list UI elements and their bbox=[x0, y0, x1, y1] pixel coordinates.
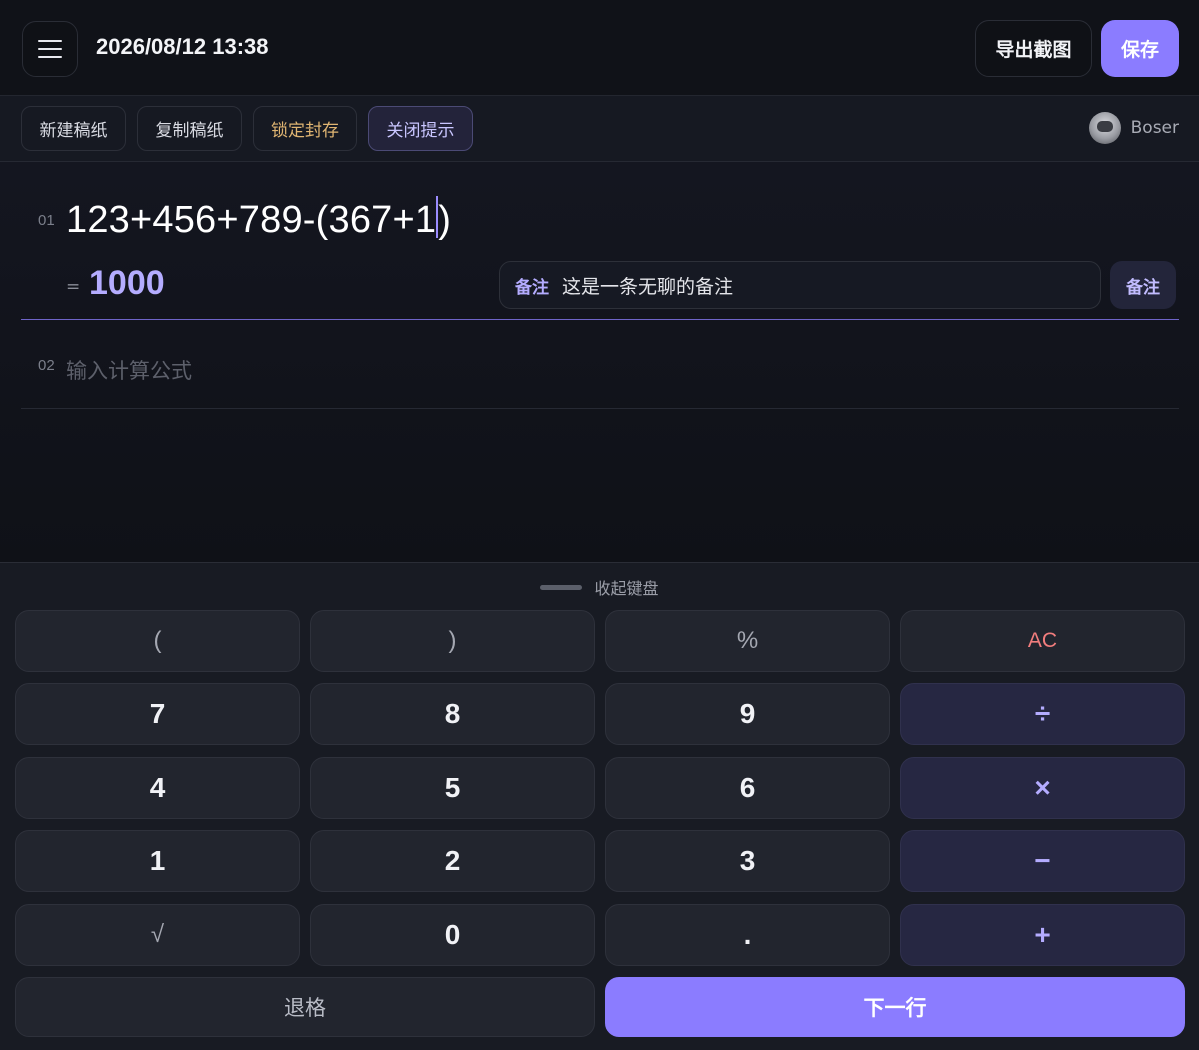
key-7[interactable]: 7 bbox=[15, 683, 300, 745]
collapse-keyboard-label: 收起键盘 bbox=[594, 579, 659, 598]
backspace-button[interactable]: 退格 bbox=[15, 977, 595, 1037]
datetime: 2026/08/12 13:38 bbox=[96, 34, 269, 59]
key-6[interactable]: 6 bbox=[605, 757, 890, 819]
active-line-divider bbox=[21, 319, 1179, 320]
copy-sheet-button[interactable]: 复制稿纸 bbox=[137, 106, 242, 151]
key-3[interactable]: 3 bbox=[605, 830, 890, 892]
line-number: 02 bbox=[38, 357, 55, 374]
key-minus[interactable]: − bbox=[900, 830, 1185, 892]
note-text: 这是一条无聊的备注 bbox=[562, 275, 734, 298]
user-profile[interactable]: Boser bbox=[1088, 112, 1179, 144]
key-right-paren[interactable]: ) bbox=[310, 610, 595, 672]
user-name: Boser bbox=[1130, 118, 1179, 138]
key-all-clear[interactable]: AC bbox=[900, 610, 1185, 672]
key-multiply[interactable]: × bbox=[900, 757, 1185, 819]
key-decimal[interactable]: . bbox=[605, 904, 890, 966]
key-2[interactable]: 2 bbox=[310, 830, 595, 892]
expression-text: 123+456+789-(367+1 bbox=[66, 199, 437, 241]
keypad: 收起键盘 ( ) % AC 7 8 9 ÷ 4 5 6 × 1 2 3 − √ … bbox=[0, 562, 1199, 1050]
note-tag: 备注 bbox=[515, 277, 549, 298]
line-divider bbox=[21, 408, 1179, 409]
equals-sign: = bbox=[66, 277, 81, 297]
lock-archive-button[interactable]: 锁定封存 bbox=[253, 106, 357, 151]
menu-button[interactable] bbox=[22, 21, 78, 77]
collapse-keyboard-button[interactable]: 收起键盘 bbox=[0, 575, 1199, 599]
next-line-button[interactable]: 下一行 bbox=[605, 977, 1185, 1037]
expression-line-1[interactable]: 123+456+789-(367+1) bbox=[66, 196, 451, 242]
note-button[interactable]: 备注 bbox=[1110, 261, 1176, 309]
key-4[interactable]: 4 bbox=[15, 757, 300, 819]
key-0[interactable]: 0 bbox=[310, 904, 595, 966]
export-screenshot-button[interactable]: 导出截图 bbox=[975, 20, 1092, 77]
key-9[interactable]: 9 bbox=[605, 683, 890, 745]
key-divide[interactable]: ÷ bbox=[900, 683, 1185, 745]
formula-input[interactable] bbox=[66, 357, 666, 387]
line-number: 01 bbox=[38, 212, 55, 229]
grip-handle-icon bbox=[540, 584, 583, 590]
expression-tail: ) bbox=[438, 199, 452, 241]
header: 2026/08/12 13:38 导出截图 保存 bbox=[0, 0, 1199, 96]
save-button[interactable]: 保存 bbox=[1101, 20, 1179, 77]
close-hint-button[interactable]: 关闭提示 bbox=[368, 106, 473, 151]
note-field[interactable]: 备注 这是一条无聊的备注 bbox=[499, 261, 1101, 309]
key-1[interactable]: 1 bbox=[15, 830, 300, 892]
work-area: 01 123+456+789-(367+1) = 1000 备注 这是一条无聊的… bbox=[0, 162, 1199, 562]
key-left-paren[interactable]: ( bbox=[15, 610, 300, 672]
calculator-app: 2026/08/12 13:38 导出截图 保存 新建稿纸 复制稿纸 锁定封存 … bbox=[0, 0, 1199, 1050]
key-8[interactable]: 8 bbox=[310, 683, 595, 745]
key-sqrt[interactable]: √ bbox=[15, 904, 300, 966]
new-sheet-button[interactable]: 新建稿纸 bbox=[21, 106, 126, 151]
key-percent[interactable]: % bbox=[605, 610, 890, 672]
menu-icon bbox=[38, 40, 62, 58]
key-plus[interactable]: + bbox=[900, 904, 1185, 966]
result-value: 1000 bbox=[89, 264, 165, 302]
key-5[interactable]: 5 bbox=[310, 757, 595, 819]
toolbar: 新建稿纸 复制稿纸 锁定封存 关闭提示 Boser bbox=[0, 96, 1199, 162]
robot-avatar-icon bbox=[1088, 112, 1121, 144]
